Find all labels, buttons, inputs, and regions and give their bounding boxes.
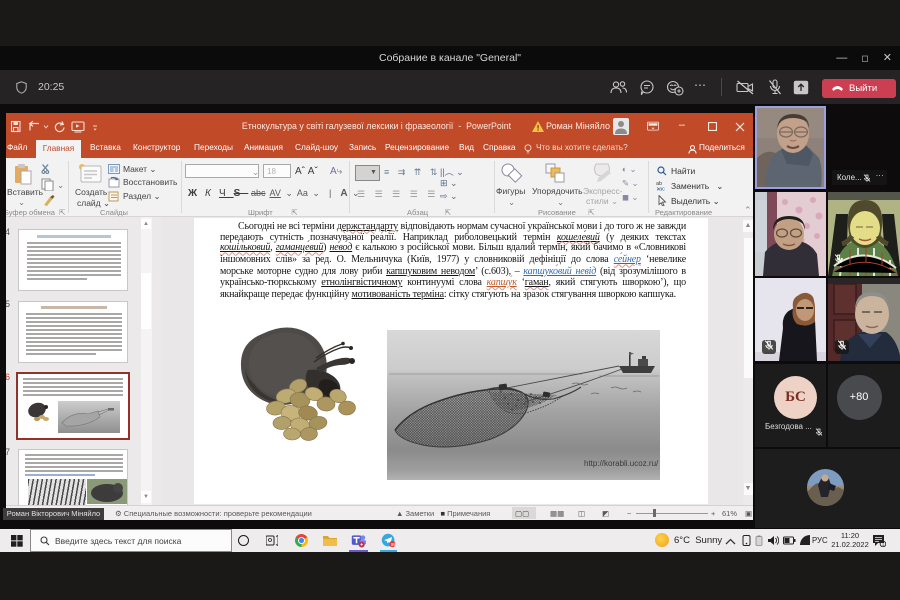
- svg-text:99: 99: [391, 542, 396, 547]
- svg-text:ac: ac: [659, 187, 665, 192]
- svg-text:1: 1: [882, 542, 885, 547]
- svg-text:http://korabli.ucoz.ru/: http://korabli.ucoz.ru/: [584, 459, 659, 468]
